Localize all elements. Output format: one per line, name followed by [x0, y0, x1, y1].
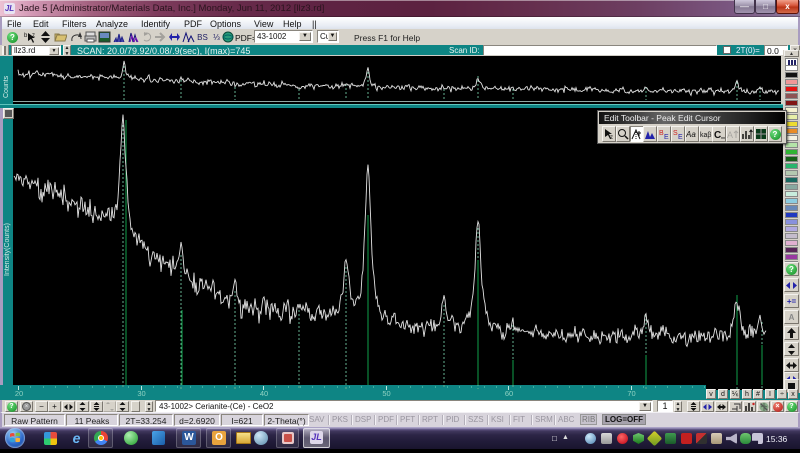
svg-text:kaβ: kaβ [700, 132, 711, 139]
svg-text:A: A [727, 130, 733, 140]
svg-text:E: E [678, 134, 683, 140]
svg-text:Aa: Aa [686, 130, 696, 139]
svg-text:E: E [664, 134, 669, 140]
svg-text:C: C [714, 130, 721, 140]
svg-text:z: z [610, 135, 613, 140]
